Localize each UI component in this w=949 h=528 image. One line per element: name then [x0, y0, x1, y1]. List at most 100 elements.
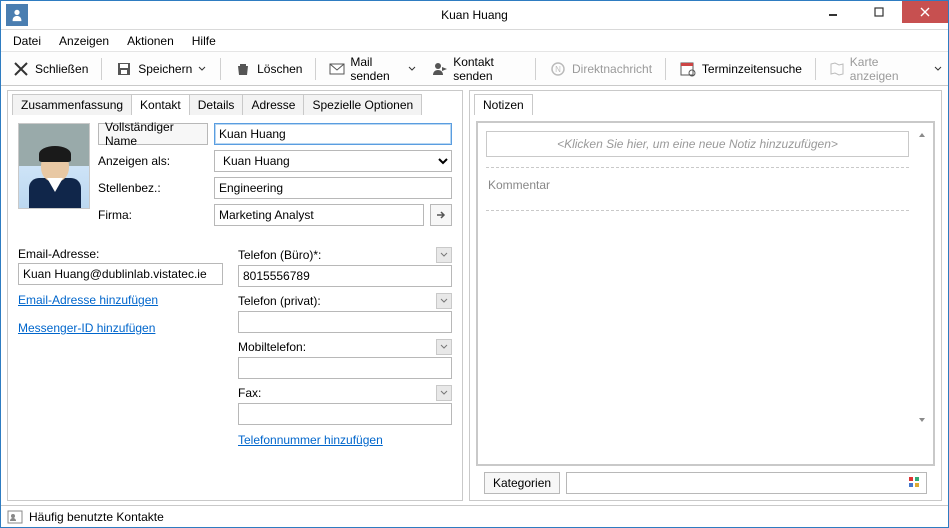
- menu-hilfe[interactable]: Hilfe: [184, 32, 224, 50]
- tab-kontakt[interactable]: Kontakt: [131, 94, 190, 115]
- company-input[interactable]: [214, 204, 424, 226]
- toolbar-separator: [101, 58, 102, 80]
- displayas-label: Anzeigen als:: [98, 154, 208, 168]
- contact-form: Vollständiger Name Anzeigen als: Kuan Hu…: [8, 115, 462, 500]
- maximize-button[interactable]: [856, 1, 902, 23]
- notes-pane: <Klicken Sie hier, um eine neue Notiz hi…: [470, 115, 941, 500]
- tab-zusammenfassung[interactable]: Zusammenfassung: [12, 94, 132, 115]
- contact-send-icon: [432, 60, 448, 78]
- company-label: Firma:: [98, 208, 208, 222]
- toolbar-separator: [815, 58, 816, 80]
- tab-spezielle-optionen[interactable]: Spezielle Optionen: [303, 94, 422, 115]
- phone-home-input[interactable]: [238, 311, 452, 333]
- toolbar-overflow[interactable]: [934, 65, 942, 73]
- time-search-label: Terminzeitensuche: [702, 62, 802, 76]
- email-input[interactable]: [18, 263, 223, 285]
- fullname-button[interactable]: Vollständiger Name: [98, 123, 208, 145]
- main-area: Zusammenfassung Kontakt Details Adresse …: [1, 86, 948, 505]
- toolbar-separator: [220, 58, 221, 80]
- menubar: Datei Anzeigen Aktionen Hilfe: [1, 30, 948, 52]
- mail-icon: [329, 60, 345, 78]
- save-dropdown[interactable]: [197, 65, 207, 73]
- toolbar-separator: [535, 58, 536, 80]
- divider: [486, 167, 909, 168]
- show-map-label: Karte anzeigen: [850, 55, 917, 83]
- window-buttons: [810, 1, 948, 23]
- save-icon: [115, 60, 133, 78]
- delete-label: Löschen: [257, 62, 302, 76]
- statusbar: Häufig benutzte Kontakte: [1, 505, 948, 527]
- add-phone-link[interactable]: Telefonnummer hinzufügen: [238, 433, 383, 447]
- categories-field[interactable]: [566, 472, 927, 494]
- company-goto-button[interactable]: [430, 204, 452, 226]
- close-contact-button[interactable]: Schließen: [7, 57, 93, 81]
- email-label: Email-Adresse:: [18, 247, 99, 261]
- contacts-icon: [7, 509, 23, 525]
- mail-button[interactable]: Mail senden: [324, 52, 421, 86]
- fullname-input[interactable]: [214, 123, 452, 145]
- left-pane: Zusammenfassung Kontakt Details Adresse …: [7, 90, 463, 501]
- phone-office-type-dropdown[interactable]: [436, 247, 452, 263]
- displayas-select[interactable]: Kuan Huang: [214, 150, 452, 172]
- jobtitle-input[interactable]: [214, 177, 452, 199]
- toolbar-separator: [315, 58, 316, 80]
- calendar-search-icon: [679, 60, 697, 78]
- fax-label: Fax:: [238, 386, 261, 400]
- add-email-link[interactable]: Email-Adresse hinzufügen: [18, 293, 158, 307]
- app-icon: [6, 4, 28, 26]
- delete-button[interactable]: Löschen: [229, 57, 307, 81]
- toolbar: Schließen Speichern Löschen Mail senden …: [1, 52, 948, 86]
- menu-datei[interactable]: Datei: [5, 32, 49, 50]
- categories-button[interactable]: Kategorien: [484, 472, 560, 494]
- menu-aktionen[interactable]: Aktionen: [119, 32, 182, 50]
- add-messenger-link[interactable]: Messenger-ID hinzufügen: [18, 321, 155, 335]
- save-button[interactable]: Speichern: [110, 57, 212, 81]
- send-contact-label: Kontakt senden: [453, 55, 522, 83]
- phone-home-type-dropdown[interactable]: [436, 293, 452, 309]
- phone-home-label: Telefon (privat):: [238, 294, 321, 308]
- fax-input[interactable]: [238, 403, 452, 425]
- map-icon: [829, 60, 845, 78]
- categories-bar: Kategorien: [476, 466, 935, 500]
- contact-photo[interactable]: [18, 123, 90, 209]
- mobile-type-dropdown[interactable]: [436, 339, 452, 355]
- mobile-input[interactable]: [238, 357, 452, 379]
- close-label: Schließen: [35, 62, 88, 76]
- close-button[interactable]: [902, 1, 948, 23]
- titlebar: Kuan Huang: [1, 1, 948, 30]
- fax-type-dropdown[interactable]: [436, 385, 452, 401]
- direct-message-button: N Direktnachricht: [544, 57, 657, 81]
- right-tabstrip: Notizen: [470, 91, 941, 115]
- contact-window: Kuan Huang Datei Anzeigen Aktionen Hilfe…: [0, 0, 949, 528]
- right-pane: Notizen <Klicken Sie hier, um eine neue …: [469, 90, 942, 501]
- comment-heading: Kommentar: [488, 178, 909, 192]
- tab-adresse[interactable]: Adresse: [242, 94, 304, 115]
- svg-text:N: N: [555, 65, 561, 74]
- window-title: Kuan Huang: [1, 8, 948, 22]
- phone-office-input[interactable]: [238, 265, 452, 287]
- notes-scrollbar[interactable]: [915, 131, 929, 424]
- time-search-button[interactable]: Terminzeitensuche: [674, 57, 807, 81]
- phone-office-label: Telefon (Büro)*:: [238, 248, 321, 262]
- save-label: Speichern: [138, 62, 192, 76]
- add-note-field[interactable]: <Klicken Sie hier, um eine neue Notiz hi…: [486, 131, 909, 157]
- dm-label: Direktnachricht: [572, 62, 652, 76]
- tab-notizen[interactable]: Notizen: [474, 94, 533, 115]
- close-icon: [12, 60, 30, 78]
- left-tabstrip: Zusammenfassung Kontakt Details Adresse …: [8, 91, 462, 115]
- divider: [486, 210, 909, 211]
- send-contact-button[interactable]: Kontakt senden: [427, 52, 527, 86]
- menu-anzeigen[interactable]: Anzeigen: [51, 32, 117, 50]
- mail-dropdown[interactable]: [408, 65, 416, 73]
- toolbar-separator: [665, 58, 666, 80]
- show-map-button: Karte anzeigen: [824, 52, 922, 86]
- dm-icon: N: [549, 60, 567, 78]
- category-picker-icon: [908, 476, 922, 490]
- minimize-button[interactable]: [810, 1, 856, 23]
- tab-details[interactable]: Details: [189, 94, 244, 115]
- jobtitle-label: Stellenbez.:: [98, 181, 208, 195]
- mail-label: Mail senden: [350, 55, 403, 83]
- status-text: Häufig benutzte Kontakte: [29, 510, 164, 524]
- mobile-label: Mobiltelefon:: [238, 340, 306, 354]
- trash-icon: [234, 60, 252, 78]
